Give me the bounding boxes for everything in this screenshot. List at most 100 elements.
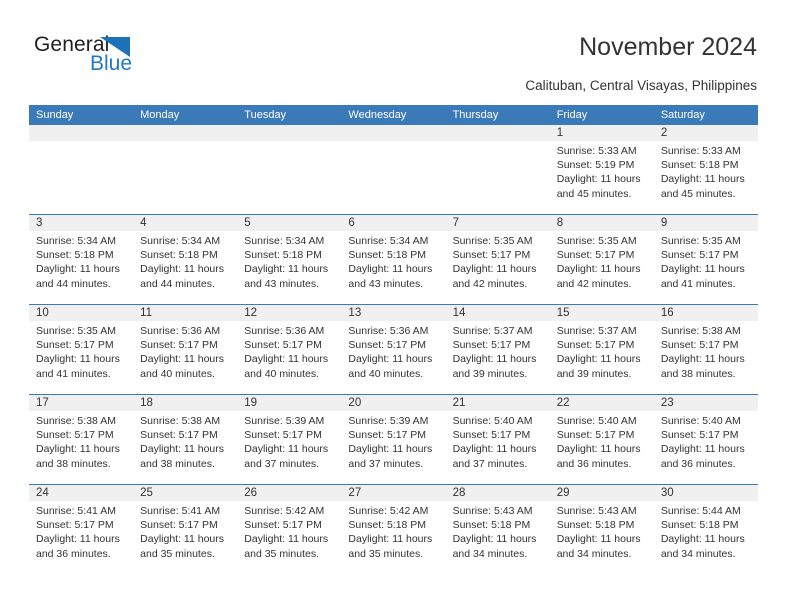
day-daylight-text: and 42 minutes.	[452, 277, 528, 290]
day-sunset-text: Sunset: 5:17 PM	[36, 339, 114, 352]
day-daylight-text: Daylight: 11 hours	[452, 263, 537, 276]
day-cell[interactable]: Sunrise: 5:42 AM Sunset: 5:18 PM Daylight:…	[341, 501, 445, 574]
day-cell[interactable]: Sunrise: 5:35 AM Sunset: 5:17 PM Daylight:…	[29, 321, 133, 394]
day-number[interactable]: 26	[237, 485, 341, 501]
day-sunset-text: Sunset: 5:17 PM	[452, 429, 531, 442]
day-cell[interactable]: Sunrise: 5:43 AM Sunset: 5:18 PM Daylight:…	[446, 501, 550, 574]
day-daylight-text: and 40 minutes.	[140, 367, 215, 380]
day-cell[interactable]: Sunrise: 5:34 AM Sunset: 5:18 PM Daylight:…	[29, 231, 133, 304]
day-cell[interactable]: Sunrise: 5:35 AM Sunset: 5:17 PM Daylight:…	[550, 231, 654, 304]
day-daylight-text: Daylight: 11 hours	[556, 353, 641, 366]
day-cell[interactable]: Sunrise: 5:33 AM Sunset: 5:18 PM Daylight:…	[654, 141, 758, 214]
day-number[interactable]: 10	[29, 305, 133, 321]
day-number[interactable]: 1	[550, 125, 654, 141]
day-cell[interactable]: Sunrise: 5:37 AM Sunset: 5:17 PM Daylight:…	[446, 321, 550, 394]
day-daylight-text: and 43 minutes.	[348, 277, 424, 290]
day-cell[interactable]: Sunrise: 5:40 AM Sunset: 5:17 PM Daylight:…	[550, 411, 654, 484]
day-number[interactable]: 25	[133, 485, 237, 501]
day-cell[interactable]: Sunrise: 5:34 AM Sunset: 5:18 PM Daylight:…	[237, 231, 341, 304]
day-number[interactable]: 22	[550, 395, 654, 411]
day-number[interactable]: 7	[446, 215, 550, 231]
day-sunrise-text: Sunrise: 5:43 AM	[452, 505, 533, 517]
day-number[interactable]: 2	[654, 125, 758, 141]
day-number[interactable]: 5	[237, 215, 341, 231]
day-sunset-text: Sunset: 5:19 PM	[556, 159, 635, 172]
day-sunrise-text: Sunrise: 5:35 AM	[452, 235, 533, 247]
day-cell[interactable]: Sunrise: 5:40 AM Sunset: 5:17 PM Daylight:…	[446, 411, 550, 484]
day-cell[interactable]: Sunrise: 5:44 AM Sunset: 5:18 PM Daylight:…	[654, 501, 758, 574]
day-daylight-text: and 38 minutes.	[660, 367, 736, 380]
day-daylight-text: and 38 minutes.	[36, 457, 111, 470]
day-cell[interactable]: Sunrise: 5:39 AM Sunset: 5:17 PM Daylight:…	[237, 411, 341, 484]
day-cell[interactable]: Sunrise: 5:34 AM Sunset: 5:18 PM Daylight:…	[133, 231, 237, 304]
day-daylight-text: Daylight: 11 hours	[244, 263, 329, 276]
day-sunrise-text: Sunrise: 5:36 AM	[244, 325, 325, 337]
day-cell[interactable]: Sunrise: 5:38 AM Sunset: 5:17 PM Daylight:…	[29, 411, 133, 484]
day-number[interactable]: 8	[550, 215, 654, 231]
calendar-table: Sunday Monday Tuesday Wednesday Thursday…	[29, 105, 758, 574]
calendar-week-row: 17 18 19 20 21 22 23 Sunrise: 5:38 AM Sunset: 5:…	[29, 394, 758, 484]
day-number[interactable]: 14	[446, 305, 550, 321]
day-daylight-text: and 35 minutes.	[348, 547, 424, 560]
day-cell[interactable]: Sunrise: 5:37 AM Sunset: 5:17 PM Daylight:…	[550, 321, 654, 394]
day-number[interactable]: 11	[133, 305, 237, 321]
day-number[interactable]: 18	[133, 395, 237, 411]
day-daylight-text: Daylight: 11 hours	[140, 263, 224, 276]
day-cell[interactable]: Sunrise: 5:35 AM Sunset: 5:17 PM Daylight:…	[446, 231, 550, 304]
day-daylight-text: Daylight: 11 hours	[556, 173, 641, 186]
day-number[interactable]: 4	[133, 215, 237, 231]
day-cell[interactable]: Sunrise: 5:41 AM Sunset: 5:17 PM Daylight:…	[133, 501, 237, 574]
general-blue-logo[interactable]: General Blue	[34, 33, 214, 81]
day-sunrise-text: Sunrise: 5:34 AM	[348, 235, 429, 247]
day-number[interactable]: 3	[29, 215, 133, 231]
day-sunset-text: Sunset: 5:17 PM	[140, 429, 218, 442]
day-sunrise-text: Sunrise: 5:40 AM	[660, 415, 741, 427]
day-daylight-text: Daylight: 11 hours	[36, 263, 120, 276]
day-daylight-text: Daylight: 11 hours	[140, 533, 224, 546]
day-cell[interactable]: Sunrise: 5:41 AM Sunset: 5:17 PM Daylight:…	[29, 501, 133, 574]
day-daylight-text: and 41 minutes.	[36, 367, 111, 380]
day-number[interactable]: 29	[550, 485, 654, 501]
day-number[interactable]: 30	[654, 485, 758, 501]
day-number[interactable]: 17	[29, 395, 133, 411]
day-number[interactable]: 13	[341, 305, 445, 321]
day-daylight-text: Daylight: 11 hours	[660, 353, 745, 366]
day-number[interactable]: 20	[341, 395, 445, 411]
day-sunset-text: Sunset: 5:17 PM	[348, 429, 427, 442]
day-number[interactable]: 21	[446, 395, 550, 411]
day-sunset-text: Sunset: 5:17 PM	[452, 249, 531, 262]
page-subtitle: Calituban, Central Visayas, Philippines	[525, 78, 757, 93]
day-sunrise-text: Sunrise: 5:42 AM	[348, 505, 429, 517]
day-number[interactable]: 16	[654, 305, 758, 321]
day-cell[interactable]: Sunrise: 5:36 AM Sunset: 5:17 PM Daylight:…	[133, 321, 237, 394]
day-cell[interactable]: Sunrise: 5:34 AM Sunset: 5:18 PM Daylight:…	[341, 231, 445, 304]
day-cell[interactable]: Sunrise: 5:38 AM Sunset: 5:17 PM Daylight:…	[133, 411, 237, 484]
day-number[interactable]: 6	[341, 215, 445, 231]
day-number[interactable]: 23	[654, 395, 758, 411]
day-daylight-text: and 34 minutes.	[556, 547, 632, 560]
day-daylight-text: and 36 minutes.	[660, 457, 736, 470]
day-daylight-text: Daylight: 11 hours	[452, 353, 537, 366]
weekday-header-row: Sunday Monday Tuesday Wednesday Thursday…	[29, 105, 758, 125]
day-number[interactable]: 15	[550, 305, 654, 321]
day-number[interactable]: 28	[446, 485, 550, 501]
day-cell[interactable]: Sunrise: 5:35 AM Sunset: 5:17 PM Daylight:…	[654, 231, 758, 304]
day-sunrise-text: Sunrise: 5:38 AM	[140, 415, 221, 427]
day-daylight-text: and 39 minutes.	[556, 367, 632, 380]
day-cell[interactable]: Sunrise: 5:36 AM Sunset: 5:17 PM Daylight:…	[237, 321, 341, 394]
week-detail-row: Sunrise: 5:34 AM Sunset: 5:18 PM Daylight:…	[29, 231, 758, 304]
day-number[interactable]: 27	[341, 485, 445, 501]
day-cell[interactable]: Sunrise: 5:39 AM Sunset: 5:17 PM Daylight:…	[341, 411, 445, 484]
day-number[interactable]: 9	[654, 215, 758, 231]
day-cell[interactable]: Sunrise: 5:38 AM Sunset: 5:17 PM Daylight:…	[654, 321, 758, 394]
day-cell[interactable]: Sunrise: 5:36 AM Sunset: 5:17 PM Daylight:…	[341, 321, 445, 394]
day-cell[interactable]: Sunrise: 5:40 AM Sunset: 5:17 PM Daylight:…	[654, 411, 758, 484]
day-sunrise-text: Sunrise: 5:41 AM	[36, 505, 116, 517]
day-number[interactable]: 19	[237, 395, 341, 411]
day-cell[interactable]: Sunrise: 5:33 AM Sunset: 5:19 PM Daylight:…	[550, 141, 654, 214]
day-number[interactable]: 24	[29, 485, 133, 501]
day-sunrise-text: Sunrise: 5:43 AM	[556, 505, 637, 517]
day-cell[interactable]: Sunrise: 5:42 AM Sunset: 5:17 PM Daylight:…	[237, 501, 341, 574]
day-cell[interactable]: Sunrise: 5:43 AM Sunset: 5:18 PM Daylight:…	[550, 501, 654, 574]
day-number[interactable]: 12	[237, 305, 341, 321]
